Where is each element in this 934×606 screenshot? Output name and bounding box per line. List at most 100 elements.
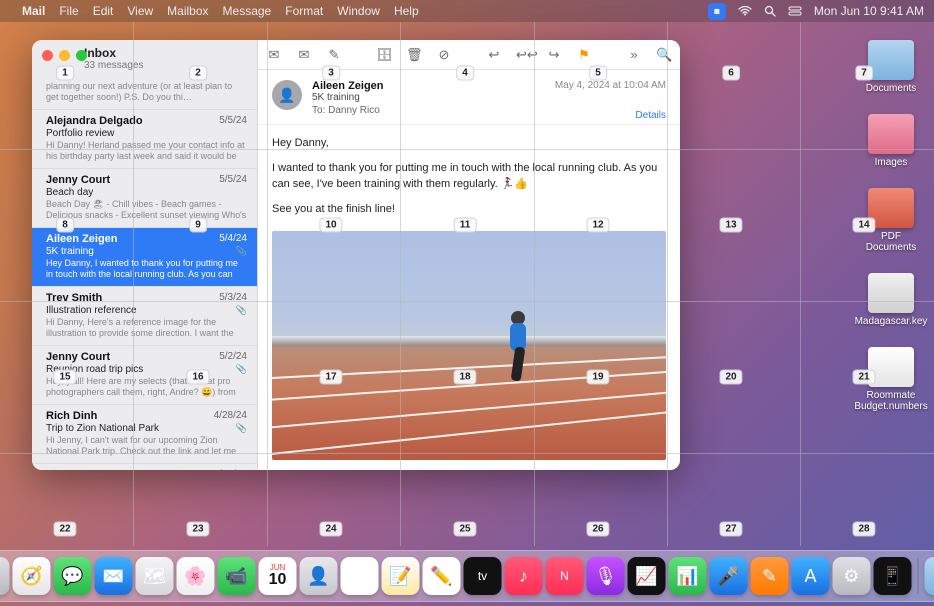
avatar: 👤 <box>272 80 302 110</box>
minimize-button[interactable] <box>59 50 70 61</box>
close-button[interactable] <box>42 50 53 61</box>
body-p2: See you at the finish line! <box>272 201 666 218</box>
folder-icon <box>868 347 914 387</box>
dock-music[interactable]: ♪ <box>505 557 543 595</box>
menu-window[interactable]: Window <box>337 4 380 18</box>
desktop-item[interactable]: PDF Documents <box>856 188 926 253</box>
message-list-pane: Inbox 33 messages planning our next adve… <box>32 40 258 470</box>
dock-freeform[interactable]: ✏️ <box>423 557 461 595</box>
dock-reminders[interactable]: ☰ <box>341 557 379 595</box>
grid-cell-number: 13 <box>719 218 742 233</box>
message-item[interactable]: Jenny Court5/5/24Beach dayBeach Day 🏖 - … <box>32 169 257 228</box>
dock-maps[interactable]: 🗺 <box>136 557 174 595</box>
dock-tv[interactable]: tv <box>464 557 502 595</box>
desktop-item[interactable]: Images <box>856 114 926 168</box>
dock-photos[interactable]: 🌸 <box>177 557 215 595</box>
toolbar: ✉︎✉✎🗄🗑⊘↩↩↩↪⚑»🔍 <box>258 40 680 70</box>
attachment-icon: 📎 <box>236 364 247 375</box>
desktop-item[interactable]: Documents <box>856 40 926 94</box>
message-item[interactable]: Aileen Zeigen5/4/245K training📎Hey Danny… <box>32 228 257 287</box>
junk-icon[interactable]: ⊘ <box>436 47 452 63</box>
dock-calendar[interactable]: JUN10 <box>259 557 297 595</box>
reply-icon[interactable]: ↩ <box>486 47 502 63</box>
date: 5/4/24 <box>219 233 247 244</box>
dock-numbers[interactable]: 📊 <box>669 557 707 595</box>
envelope-open-icon[interactable]: ✉︎ <box>266 47 282 63</box>
message-item[interactable]: Alejandra Delgado5/5/24Portfolio reviewH… <box>32 110 257 169</box>
message-item[interactable]: Herland Antezana4/28/24Resume📎I've attac… <box>32 464 257 470</box>
dock-stocks[interactable]: 📈 <box>628 557 666 595</box>
dock: 😀⊞🧭💬✉️🗺🌸📹JUN10👤☰📝✏️tv♪N🎙📈📊🎤✎A⚙📱⬇🗑 <box>0 550 934 602</box>
folder-icon <box>868 188 914 228</box>
message-item[interactable]: Trev Smith5/3/24Illustration reference📎H… <box>32 287 257 346</box>
trash-icon[interactable]: 🗑 <box>406 47 422 63</box>
details-link[interactable]: Details <box>635 110 666 121</box>
subject: Portfolio review <box>46 128 247 139</box>
screen-share-icon[interactable]: ⏹ <box>708 3 726 20</box>
header-subject: 5K training <box>312 92 666 103</box>
grid-cell-number: 22 <box>53 522 76 537</box>
search-icon[interactable]: 🔍 <box>656 47 672 63</box>
spotlight-icon[interactable] <box>764 5 776 17</box>
reply-all-icon[interactable]: ↩↩ <box>516 47 532 63</box>
sender: Alejandra Delgado <box>46 115 247 127</box>
menu-app[interactable]: Mail <box>22 4 45 18</box>
wifi-icon[interactable] <box>738 6 752 16</box>
date: 5/3/24 <box>219 292 247 303</box>
message-item[interactable]: Jenny Court5/2/24Reunion road trip pics📎… <box>32 346 257 405</box>
preview: planning our next adventure (or at least… <box>46 81 247 103</box>
folder-icon <box>868 273 914 313</box>
dock-keynote[interactable]: 🎤 <box>710 557 748 595</box>
desktop-label: Documents <box>866 83 917 94</box>
desktop-item[interactable]: Roommate Budget.numbers <box>856 347 926 412</box>
dock-podcasts[interactable]: 🎙 <box>587 557 625 595</box>
message-item[interactable]: Rich Dinh4/28/24Trip to Zion National Pa… <box>32 405 257 464</box>
dock-news[interactable]: N <box>546 557 584 595</box>
dock-phone-mirror[interactable]: 📱 <box>874 557 912 595</box>
menu-view[interactable]: View <box>127 4 153 18</box>
attachment-icon: 📎 <box>236 305 247 316</box>
menu-message[interactable]: Message <box>223 4 272 18</box>
message-list[interactable]: planning our next adventure (or at least… <box>32 75 257 470</box>
menu-mailbox[interactable]: Mailbox <box>167 4 208 18</box>
menu-format[interactable]: Format <box>285 4 323 18</box>
envelope-icon[interactable]: ✉ <box>296 47 312 63</box>
desktop-label: Madagascar.key <box>855 316 928 327</box>
grid-cell-number: 27 <box>719 522 742 537</box>
mail-window: Inbox 33 messages planning our next adve… <box>32 40 680 470</box>
preview: Hey, y'all! Here are my selects (that's … <box>46 376 247 398</box>
clock[interactable]: Mon Jun 10 9:41 AM <box>814 4 924 18</box>
menu-file[interactable]: File <box>59 4 78 18</box>
dock-safari[interactable]: 🧭 <box>13 557 51 595</box>
message-item[interactable]: planning our next adventure (or at least… <box>32 75 257 110</box>
archive-icon[interactable]: 🗄 <box>376 47 392 63</box>
to-name: Danny Rico <box>328 105 380 116</box>
desktop-label: Roommate Budget.numbers <box>854 390 927 412</box>
zoom-button[interactable] <box>76 50 87 61</box>
compose-icon[interactable]: ✎ <box>326 47 342 63</box>
folder-icon <box>868 40 914 80</box>
chevrons-icon[interactable]: » <box>626 47 642 62</box>
menu-edit[interactable]: Edit <box>93 4 114 18</box>
dock-appstore[interactable]: A <box>792 557 830 595</box>
dock-launchpad[interactable]: ⊞ <box>0 557 10 595</box>
inbox-count: 33 messages <box>84 60 247 71</box>
dock-downloads[interactable]: ⬇ <box>925 557 934 595</box>
dock-facetime[interactable]: 📹 <box>218 557 256 595</box>
dock-pages[interactable]: ✎ <box>751 557 789 595</box>
sender: Jenny Court <box>46 174 247 186</box>
grid-cell-number: 25 <box>453 522 476 537</box>
menu-help[interactable]: Help <box>394 4 419 18</box>
forward-icon[interactable]: ↪ <box>546 47 562 63</box>
control-center-icon[interactable] <box>788 6 802 16</box>
desktop-item[interactable]: Madagascar.key <box>856 273 926 327</box>
preview: Beach Day 🏖 - Chill vibes - Beach games … <box>46 199 247 221</box>
attachment-image[interactable] <box>272 231 666 460</box>
flag-icon[interactable]: ⚑ <box>576 47 592 63</box>
dock-messages[interactable]: 💬 <box>54 557 92 595</box>
dock-contacts[interactable]: 👤 <box>300 557 338 595</box>
dock-settings[interactable]: ⚙ <box>833 557 871 595</box>
date: 5/5/24 <box>219 174 247 185</box>
dock-notes[interactable]: 📝 <box>382 557 420 595</box>
dock-mail[interactable]: ✉️ <box>95 557 133 595</box>
